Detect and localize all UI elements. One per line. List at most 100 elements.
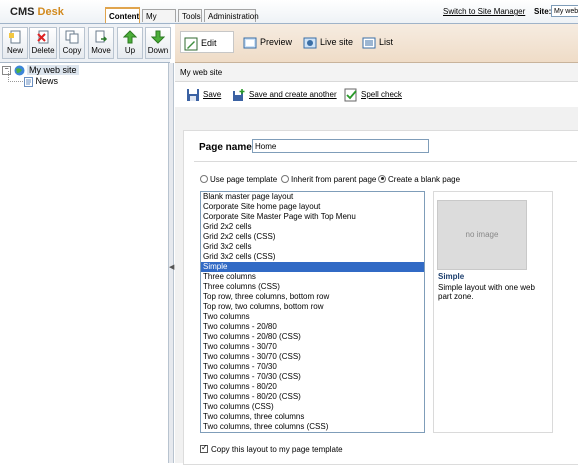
layout-option[interactable]: Two columns - 20/80: [201, 322, 424, 332]
delete-button-label: Delete: [31, 46, 55, 55]
radio-create-blank-page[interactable]: Create a blank page: [378, 174, 461, 184]
list-icon: [362, 37, 376, 49]
new-button-label: New: [6, 46, 23, 55]
radio-circle[interactable]: [281, 174, 289, 183]
copy-layout-checkbox[interactable]: Copy this layout to my page template: [200, 443, 343, 454]
pane-splitter[interactable]: ◀: [168, 63, 174, 463]
layout-option[interactable]: Top row, two columns, bottom row: [201, 302, 424, 312]
up-button-label: Up: [124, 46, 136, 55]
layout-option[interactable]: Two columns, three columns (CSS): [201, 422, 424, 432]
delete-button[interactable]: Delete: [29, 27, 57, 59]
checkbox-checked[interactable]: [200, 443, 208, 453]
page-icon: [24, 76, 33, 87]
save-and-create-another-button[interactable]: Save and create another: [232, 88, 337, 102]
layout-option[interactable]: Two columns - 80/20: [201, 382, 424, 392]
layout-option[interactable]: Blank master page layout: [201, 192, 424, 202]
layout-option[interactable]: Two columns - 20/80 (CSS): [201, 332, 424, 342]
move-button[interactable]: Move: [88, 27, 114, 59]
site-select[interactable]: My web: [551, 5, 578, 17]
copy-layout-label: Copy this layout to my page template: [211, 445, 343, 454]
copy-icon: [65, 30, 79, 44]
logo-accent: Desk: [37, 6, 64, 18]
layout-option[interactable]: Three columns: [201, 272, 424, 282]
mode-edit-label: Edit: [201, 38, 217, 48]
save-button[interactable]: Save: [186, 88, 221, 102]
layout-option[interactable]: Simple: [201, 262, 424, 272]
tab-administration[interactable]: Administration: [204, 9, 259, 22]
preview-layout-description: Simple layout with one web part zone.: [438, 283, 535, 301]
form-divider: [194, 161, 577, 162]
layout-option[interactable]: Two columns - 70/30: [201, 362, 424, 372]
spell-check-label: Spell check: [361, 90, 402, 100]
mode-live-site[interactable]: Live site: [303, 31, 353, 53]
mode-preview[interactable]: Preview: [243, 31, 292, 53]
layout-option[interactable]: Two columns, three columns: [201, 412, 424, 422]
save-create-icon: [233, 89, 245, 101]
layout-option[interactable]: Grid 2x2 cells (CSS): [201, 232, 424, 242]
page-name-label: Page name:: [199, 142, 256, 153]
mode-list-label: List: [379, 37, 394, 47]
layout-preview: no image Simple Simple layout with one w…: [433, 191, 553, 433]
save-create-label: Save and create another: [249, 90, 337, 100]
layout-option[interactable]: Two columns - 80/20 (CSS): [201, 392, 424, 402]
floppy-disk-icon: [187, 89, 199, 101]
preview-icon: [243, 37, 257, 49]
radio-circle-selected[interactable]: [378, 174, 386, 183]
radio-use-page-template[interactable]: Use page template: [200, 174, 278, 184]
tab-my-desk[interactable]: My Desk: [142, 9, 176, 34]
move-icon: [95, 30, 108, 43]
layout-option[interactable]: Three columns (CSS): [201, 282, 424, 292]
logo-main: CMS: [10, 6, 35, 18]
layout-option[interactable]: Two columns - 30/70 (CSS): [201, 352, 424, 362]
mode-preview-label: Preview: [260, 37, 293, 47]
down-button[interactable]: Down: [145, 27, 171, 59]
layout-option[interactable]: Grid 3x2 cells: [201, 242, 424, 252]
page-name-input[interactable]: [252, 139, 429, 153]
layout-option[interactable]: Two columns (CSS): [201, 402, 424, 412]
arrow-down-icon: [151, 30, 165, 44]
layout-option[interactable]: Two columns: [201, 312, 424, 322]
tree-root-label[interactable]: My web site: [27, 65, 79, 75]
content-area: Page name: Use page template Inherit fro…: [175, 107, 578, 465]
edit-icon: [184, 37, 198, 51]
spell-check-button[interactable]: Spell check: [344, 88, 402, 102]
layout-option[interactable]: Two columns - 30/70: [201, 342, 424, 352]
mode-live-site-label: Live site: [320, 37, 354, 47]
content-tree: − My web site News: [0, 63, 169, 463]
layout-option[interactable]: Two columns - 70/30 (CSS): [201, 372, 424, 382]
view-mode-bar: Edit Preview Live site List: [175, 24, 578, 63]
tree-child-label[interactable]: News: [36, 76, 59, 86]
move-button-label: Move: [91, 46, 111, 55]
tab-tools[interactable]: Tools: [178, 9, 202, 22]
content-toolbar: New Delete Copy Move Up Down: [0, 24, 171, 63]
layout-option[interactable]: Top row, three columns, bottom row: [201, 292, 424, 302]
radio-circle[interactable]: [200, 174, 208, 183]
new-button[interactable]: New: [2, 27, 28, 59]
collapse-arrow-icon[interactable]: ◀: [169, 263, 174, 271]
copy-button-label: Copy: [62, 46, 82, 55]
tree-connector: [8, 71, 23, 82]
preview-image-placeholder: no image: [437, 200, 527, 270]
save-label: Save: [203, 90, 222, 100]
mode-list[interactable]: List: [362, 31, 393, 53]
layout-listbox[interactable]: Blank master page layout Corporate Site h…: [200, 191, 425, 433]
copy-button[interactable]: Copy: [59, 27, 85, 59]
radio-inherit-from-parent[interactable]: Inherit from parent page: [281, 174, 377, 184]
layout-option[interactable]: Grid 3x2 cells (CSS): [201, 252, 424, 262]
mode-edit[interactable]: Edit: [180, 31, 234, 53]
layout-option[interactable]: Grid 2x2 cells: [201, 222, 424, 232]
site-label: Site:: [534, 7, 552, 16]
tab-content[interactable]: Content: [105, 7, 140, 23]
tree-child-node[interactable]: News: [24, 76, 58, 87]
preview-layout-name: Simple: [438, 272, 465, 281]
radio-label: Use page template: [210, 175, 278, 184]
up-button[interactable]: Up: [117, 27, 143, 59]
action-bar: Save Save and create another Spell check: [175, 83, 578, 107]
new-page-icon: [9, 30, 21, 44]
radio-label: Inherit from parent page: [291, 175, 377, 184]
switch-to-site-manager-link[interactable]: Switch to Site Manager: [443, 7, 525, 16]
radio-label: Create a blank page: [388, 175, 461, 184]
layout-option[interactable]: Corporate Site home page layout: [201, 202, 424, 212]
layout-option[interactable]: Corporate Site Master Page with Top Menu: [201, 212, 424, 222]
live-site-icon: [303, 37, 317, 49]
